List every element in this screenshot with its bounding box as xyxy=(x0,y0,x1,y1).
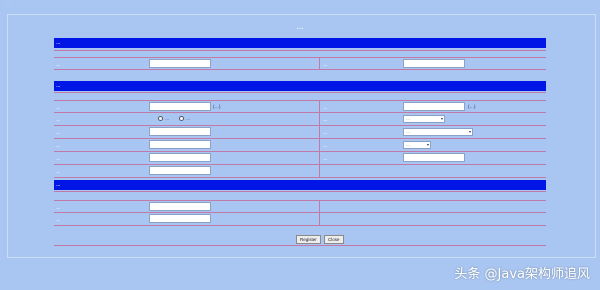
personal-4-left-label: … xyxy=(56,143,61,148)
form-row-account: … … xyxy=(54,57,546,70)
personal-5-left-input[interactable] xyxy=(149,153,211,162)
personal-2-select-value: … xyxy=(406,116,410,121)
section-password-header: … xyxy=(54,180,546,190)
account-left-label: … xyxy=(56,62,61,67)
personal-6-left-input[interactable] xyxy=(149,166,211,175)
chevron-down-icon: ▾ xyxy=(440,116,443,121)
personal-3-select-value: … xyxy=(406,129,410,134)
radio-a-label: … xyxy=(165,116,170,121)
account-right-input[interactable] xyxy=(403,59,465,68)
section-account-header: … xyxy=(54,38,546,48)
account-right-label: … xyxy=(323,62,328,67)
form-row-personal-2: … … … … … ▾ xyxy=(54,113,546,126)
radio-b-circle[interactable] xyxy=(179,116,184,122)
personal-5-right-input[interactable] xyxy=(403,153,465,162)
window-title: … xyxy=(6,2,11,7)
personal-4-right-label: … xyxy=(323,143,328,148)
form-row-personal-6: … xyxy=(54,165,546,178)
personal-5-right-label: … xyxy=(323,156,328,161)
radio-b-label: … xyxy=(186,116,191,121)
section-personal-header: … xyxy=(54,81,546,91)
personal-2-right-label: … xyxy=(323,117,328,122)
personal-5-left-label: … xyxy=(56,156,61,161)
personal-6-left-label: … xyxy=(56,169,61,174)
personal-3-left-label: … xyxy=(56,130,61,135)
chevron-down-icon: ▾ xyxy=(468,129,471,134)
chevron-down-icon: ▾ xyxy=(426,142,429,147)
password-column-divider xyxy=(319,200,320,226)
personal-1-right-hint: (…) xyxy=(468,104,476,109)
page-title: … xyxy=(296,24,304,31)
personal-3-right-select[interactable]: … ▾ xyxy=(403,128,473,136)
personal-1-left-input[interactable] xyxy=(149,102,211,111)
account-left-input[interactable] xyxy=(149,59,211,68)
password-2-label: … xyxy=(56,217,61,222)
personal-1-left-hint: (…) xyxy=(213,104,221,109)
register-button[interactable]: Register xyxy=(296,235,321,244)
section-password-spacer xyxy=(54,191,546,200)
form-row-password-2: … xyxy=(54,213,546,226)
form-row-personal-3: … … … ▾ xyxy=(54,126,546,139)
radio-a-circle[interactable] xyxy=(158,116,163,122)
form-row-password-1: … xyxy=(54,200,546,213)
personal-1-right-input[interactable] xyxy=(403,102,465,111)
watermark: 头条 @Java架构师追风 xyxy=(454,267,590,282)
personal-2-right-select[interactable]: … ▾ xyxy=(403,115,445,123)
confirm-password-input[interactable] xyxy=(149,214,211,223)
radio-option-b[interactable]: … xyxy=(179,113,191,125)
personal-3-left-input[interactable] xyxy=(149,127,211,136)
account-column-divider xyxy=(319,57,320,70)
personal-4-select-value: … xyxy=(406,142,410,147)
radio-option-a[interactable]: … xyxy=(158,113,170,125)
personal-column-divider xyxy=(319,100,320,178)
personal-4-left-input[interactable] xyxy=(149,140,211,149)
registration-form: … … … … … (…) … (…) … … … … … ▾ … … … ▾ … … xyxy=(54,37,546,246)
form-row-personal-4: … … … ▾ xyxy=(54,139,546,152)
close-button[interactable]: Close xyxy=(324,235,344,244)
personal-3-right-label: … xyxy=(323,130,328,135)
personal-2-left-label: … xyxy=(56,117,61,122)
password-input[interactable] xyxy=(149,202,211,211)
form-row-personal-1: … (…) … (…) xyxy=(54,100,546,113)
personal-4-right-select[interactable]: … ▾ xyxy=(403,141,431,149)
form-row-personal-5: … … xyxy=(54,152,546,165)
